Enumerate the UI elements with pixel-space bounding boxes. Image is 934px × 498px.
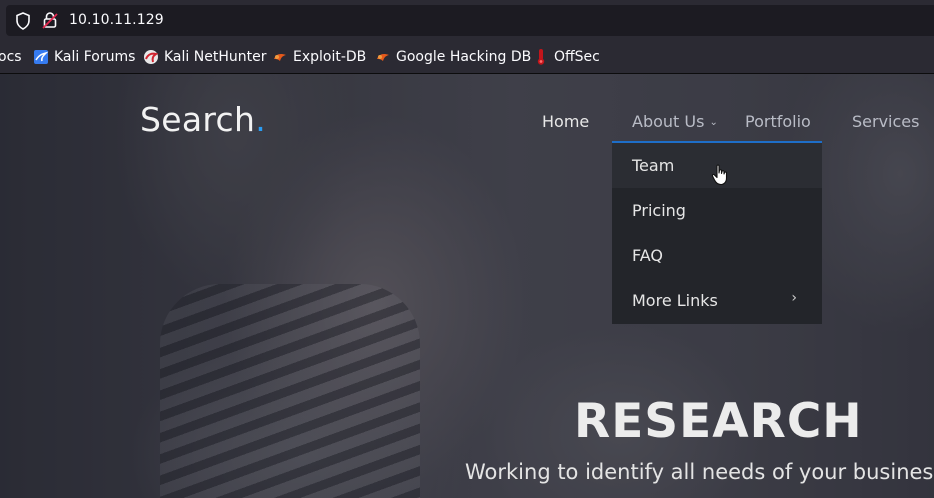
dropdown-item-pricing[interactable]: Pricing (612, 188, 822, 233)
chevron-right-icon: › (791, 290, 797, 306)
browser-toolbar: 10.10.11.129 (0, 0, 934, 40)
nav-services[interactable]: Services (852, 112, 919, 131)
shield-icon[interactable] (15, 12, 31, 30)
hero-subtitle: Working to identify all needs of your bu… (465, 460, 934, 484)
ghdb-icon (377, 54, 389, 61)
nav-about-label: About Us (632, 112, 705, 131)
bookmark-label: Google Hacking DB (396, 49, 532, 65)
dropdown-item-faq[interactable]: FAQ (612, 233, 822, 278)
dropdown-item-label: Pricing (632, 201, 686, 220)
hand-pointer-cursor-icon (711, 164, 728, 186)
kali-forums-icon (34, 50, 49, 64)
nav-services-label: Services (852, 112, 920, 131)
bookmark-exploit-db[interactable]: Exploit-DB (272, 48, 366, 66)
nav-portfolio[interactable]: Portfolio (745, 112, 811, 131)
nav-about-us[interactable]: About Us ⌄ (632, 112, 718, 131)
exploit-db-icon (274, 54, 286, 61)
address-bar[interactable]: 10.10.11.129 (6, 5, 934, 36)
offsec-icon (537, 49, 545, 65)
bookmark-kali-forums[interactable]: Kali Forums (33, 48, 135, 66)
bookmark-offsec[interactable]: OffSec (533, 48, 600, 66)
bookmarks-toolbar: ocs Kali Forums Kali NetHunter Exploit-D… (0, 40, 934, 74)
dropdown-item-more-links[interactable]: More Links › (612, 278, 822, 323)
bookmark-label: Exploit-DB (293, 49, 367, 65)
url-text[interactable]: 10.10.11.129 (69, 12, 164, 28)
logo-text: Search (140, 100, 256, 139)
dropdown-item-label: FAQ (632, 246, 663, 265)
kali-nethunter-icon (144, 50, 159, 64)
bookmark-label: Kali NetHunter (164, 49, 267, 65)
nav-home[interactable]: Home (542, 112, 589, 131)
hero-title: RESEARCH (574, 394, 863, 449)
hero-section: Search. Home About Us ⌄ Portfolio Service… (0, 74, 934, 498)
bookmark-google-hacking-db[interactable]: Google Hacking DB (375, 48, 531, 66)
bookmark-docs[interactable]: ocs (0, 48, 22, 66)
bookmark-kali-nethunter[interactable]: Kali NetHunter (143, 48, 266, 66)
insecure-lock-icon[interactable] (42, 11, 58, 29)
bookmark-label: Kali Forums (54, 49, 136, 65)
chevron-down-icon: ⌄ (709, 117, 718, 128)
bookmark-label: ocs (0, 49, 22, 65)
dropdown-item-label: More Links (632, 291, 718, 310)
logo-dot: . (255, 100, 266, 139)
site-logo[interactable]: Search. (140, 100, 266, 139)
dropdown-item-label: Team (632, 156, 675, 175)
nav-home-label: Home (542, 112, 590, 131)
bookmark-label: OffSec (554, 49, 600, 65)
nav-portfolio-label: Portfolio (745, 112, 811, 131)
